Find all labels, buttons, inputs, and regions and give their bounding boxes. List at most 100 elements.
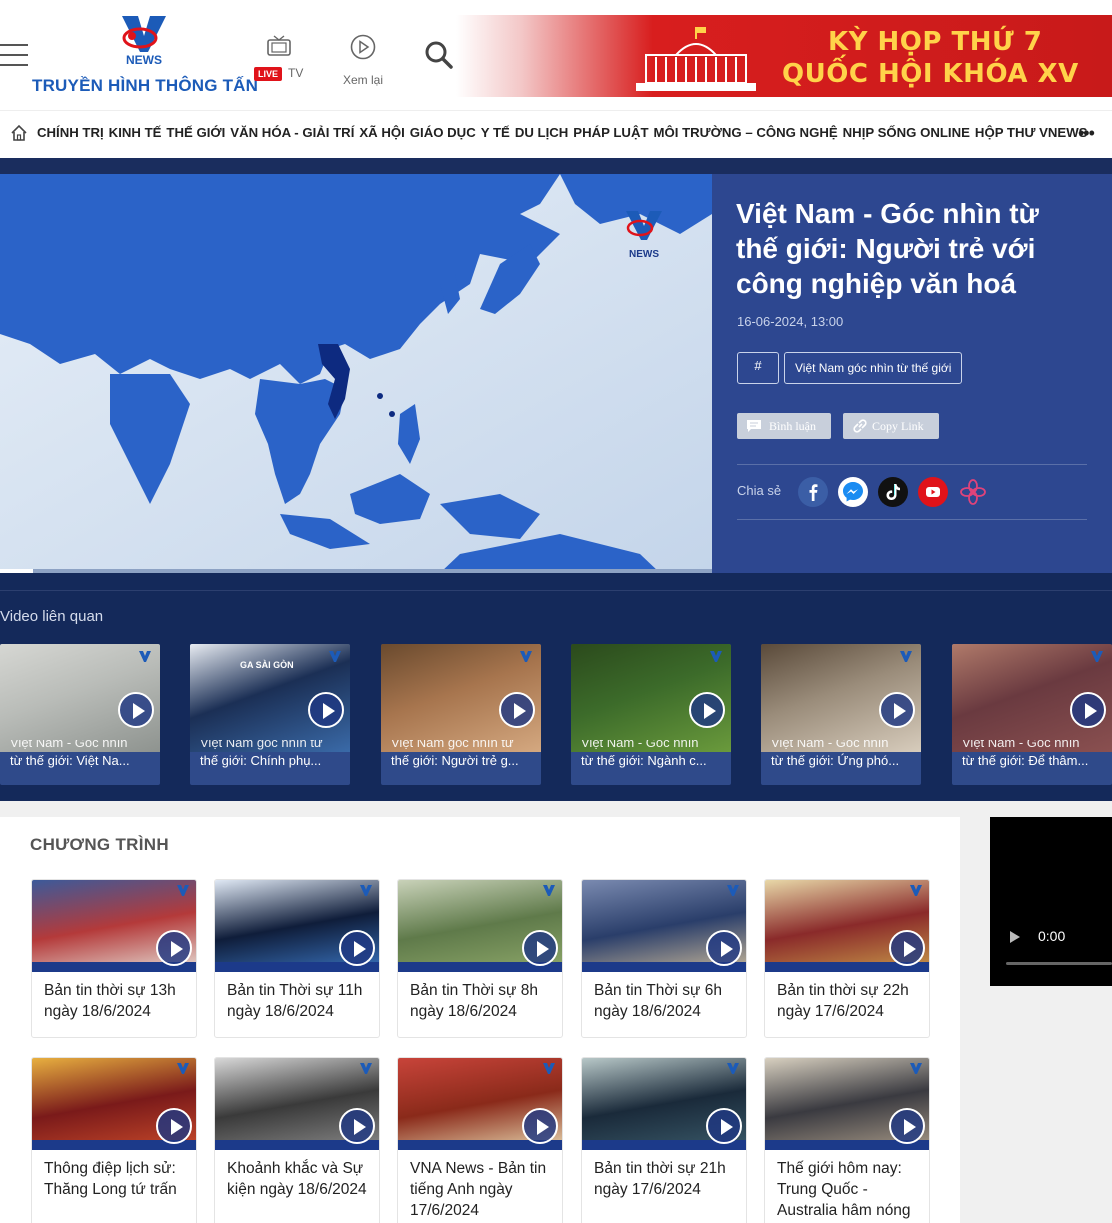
youtube-share-icon[interactable] — [918, 477, 948, 507]
vnews-corner-logo-icon — [177, 1063, 189, 1074]
nav-item[interactable]: NHỊP SỐNG ONLINE — [843, 125, 970, 140]
facebook-share-icon[interactable] — [798, 477, 828, 507]
program-card[interactable]: Bản tin thời sự 21h ngày 17/6/2024 — [581, 1057, 747, 1223]
play-button-icon[interactable] — [1070, 692, 1106, 728]
play-button-icon[interactable] — [339, 930, 375, 966]
related-caption-line1: Việt Nam góc nhìn từ — [200, 740, 323, 750]
hero-separator — [0, 590, 1112, 591]
nav-item[interactable]: MÔI TRƯỜNG – CÔNG NGHỆ — [654, 125, 838, 140]
nav-item[interactable]: VĂN HÓA - GIẢI TRÍ — [230, 125, 354, 140]
play-button-icon[interactable] — [156, 930, 192, 966]
related-caption-line2: từ thế giới: Để thâm... — [962, 753, 1089, 768]
play-button-icon[interactable] — [522, 1108, 558, 1144]
play-button-icon[interactable] — [156, 1108, 192, 1144]
vnews-corner-logo-icon — [710, 651, 722, 662]
share-divider-bottom — [737, 519, 1087, 520]
vnews-corner-logo-icon — [177, 885, 189, 896]
hero-video-player[interactable]: NEWS — [0, 174, 712, 573]
nav-item[interactable]: HỘP THƯ VNEWS — [975, 125, 1088, 140]
play-button-icon[interactable] — [889, 930, 925, 966]
side-play-icon[interactable] — [1010, 931, 1020, 943]
play-button-icon[interactable] — [706, 1108, 742, 1144]
play-button-icon[interactable] — [308, 692, 344, 728]
related-caption: Việt Nam - Góc nhìn từ thế giới: Ứng phó.… — [771, 740, 911, 771]
vnews-corner-logo-icon — [139, 651, 151, 662]
tag-link[interactable]: Việt Nam góc nhìn từ thế giới — [784, 352, 963, 384]
video-progress-bar[interactable] — [0, 569, 712, 573]
program-card[interactable]: Bản tin Thời sự 8h ngày 18/6/2024 — [397, 879, 563, 1038]
related-caption-line2: thế giới: Người trẻ g... — [391, 753, 519, 768]
nav-item[interactable]: CHÍNH TRỊ — [37, 125, 104, 140]
related-video-card[interactable]: Việt Nam - Góc nhìn từ thế giới: Ứng phó.… — [761, 644, 921, 785]
play-button-icon[interactable] — [689, 692, 725, 728]
related-caption-line1: Việt Nam - Góc nhìn — [962, 740, 1080, 750]
comment-label: Bình luận — [769, 419, 816, 433]
nav-item[interactable]: THẾ GIỚI — [166, 125, 225, 140]
banner-line-1: KỲ HỌP THỨ 7 — [828, 27, 1043, 57]
side-video-player[interactable]: 0:00 — [990, 817, 1112, 986]
play-button-icon[interactable] — [522, 930, 558, 966]
nav-item[interactable]: PHÁP LUẬT — [573, 125, 648, 140]
banner-line-2: QUỐC HỘI KHÓA XV — [782, 59, 1079, 89]
video-progress-fill — [0, 569, 33, 573]
play-button-icon[interactable] — [889, 1108, 925, 1144]
tv-label: TV — [288, 66, 304, 80]
vnews-corner-logo-icon — [900, 651, 912, 662]
lotus-share-icon[interactable] — [958, 477, 988, 507]
program-card[interactable]: VNA News - Bản tin tiếng Anh ngày 17/6/2… — [397, 1057, 563, 1223]
tiktok-share-icon[interactable] — [878, 477, 908, 507]
nav-item[interactable]: DU LỊCH — [515, 125, 568, 140]
program-card[interactable]: Thế giới hôm nay: Trung Quốc - Australia… — [764, 1057, 930, 1223]
program-card[interactable]: Bản tin thời sự 22h ngày 17/6/2024 — [764, 879, 930, 1038]
replay-link[interactable]: Xem lại — [336, 34, 390, 87]
related-video-card[interactable]: Việt Nam - Góc nhìn từ thế giới: Ngành c.… — [571, 644, 731, 785]
program-title: Bản tin thời sự 13h ngày 18/6/2024 — [44, 982, 176, 1020]
copy-link-button[interactable]: Copy Link — [843, 413, 939, 439]
play-button-icon[interactable] — [339, 1108, 375, 1144]
comment-button[interactable]: Bình luận — [737, 413, 831, 439]
related-caption-line1: Việt Nam góc nhìn từ — [391, 740, 514, 750]
hero-title: Việt Nam - Góc nhìn từ thế giới: Người t… — [736, 198, 1039, 299]
related-caption: Việt Nam - Góc nhìn từ thế giới: Việt Na.… — [10, 740, 150, 771]
play-button-icon[interactable] — [879, 692, 915, 728]
nav-item[interactable]: XÃ HỘI — [359, 125, 404, 140]
nav-item[interactable]: KINH TẾ — [109, 125, 162, 140]
video-watermark-logo: NEWS — [622, 210, 666, 260]
program-card[interactable]: Bản tin Thời sự 6h ngày 18/6/2024 — [581, 879, 747, 1038]
tag-hash[interactable]: # — [737, 352, 779, 384]
program-card[interactable]: Bản tin Thời sự 11h ngày 18/6/2024 — [214, 879, 380, 1038]
related-video-card[interactable]: Việt Nam - Góc nhìn từ thế giới: Để thâm.… — [952, 644, 1112, 785]
program-card[interactable]: Bản tin thời sự 13h ngày 18/6/2024 — [31, 879, 197, 1038]
more-menu-icon[interactable]: ••• — [1078, 123, 1095, 144]
thumbnail-sign: GA SÀI GÒN — [240, 660, 294, 670]
share-label: Chia sẻ — [737, 483, 782, 498]
logo-text[interactable]: TRUYỀN HÌNH THÔNG TẤN — [32, 76, 258, 96]
nav-item[interactable]: GIÁO DỤC — [410, 125, 476, 140]
related-video-card[interactable]: GA SÀI GÒN Việt Nam góc nhìn từ thế giới: … — [190, 644, 350, 785]
related-caption-line2: từ thế giới: Việt Na... — [10, 753, 130, 768]
tv-live-link[interactable]: LIVE TV — [254, 34, 314, 84]
play-button-icon[interactable] — [706, 930, 742, 966]
related-caption-line2: từ thế giới: Ứng phó... — [771, 753, 900, 768]
related-video-card[interactable]: Việt Nam góc nhìn từ thế giới: Người trẻ … — [381, 644, 541, 785]
play-button-icon[interactable] — [118, 692, 154, 728]
play-button-icon[interactable] — [499, 692, 535, 728]
vnews-corner-logo-icon — [543, 885, 555, 896]
vnews-corner-logo-icon — [910, 1063, 922, 1074]
program-card[interactable]: Thông điệp lịch sử: Thăng Long tứ trấn — [31, 1057, 197, 1223]
messenger-share-icon[interactable] — [838, 477, 868, 507]
tiktok-glyph — [886, 484, 900, 500]
nav-item[interactable]: Y TẾ — [481, 125, 510, 140]
play-circle-icon — [350, 34, 376, 60]
search-icon[interactable] — [424, 40, 454, 70]
home-icon[interactable] — [10, 124, 28, 142]
program-card[interactable]: Khoảnh khắc và Sự kiện ngày 18/6/2024 — [214, 1057, 380, 1223]
related-video-card[interactable]: Việt Nam - Góc nhìn từ thế giới: Việt Na.… — [0, 644, 160, 785]
related-caption-line1: Việt Nam - Góc nhìn — [581, 740, 699, 750]
menu-icon[interactable] — [0, 44, 30, 68]
vnews-logo[interactable]: NEWS — [118, 14, 170, 68]
program-title: Bản tin thời sự 22h ngày 17/6/2024 — [777, 982, 909, 1020]
session-banner[interactable]: KỲ HỌP THỨ 7 QUỐC HỘI KHÓA XV — [456, 15, 1112, 97]
side-video-seekbar[interactable] — [1006, 962, 1112, 965]
hero-top-strip — [0, 158, 1112, 174]
